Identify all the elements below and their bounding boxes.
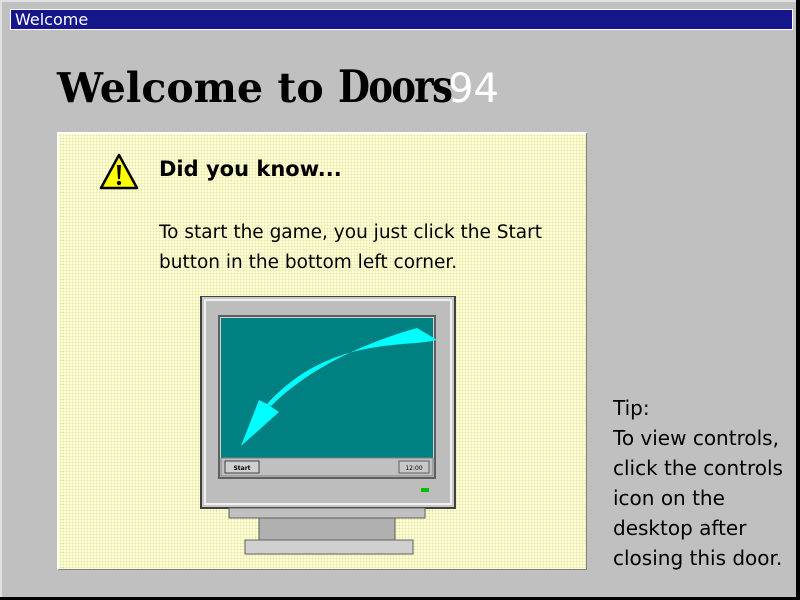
window-title: Welcome (15, 10, 89, 29)
did-you-know-title: Did you know... (159, 157, 342, 181)
monitor-illustration: Start 12:00 (200, 296, 456, 555)
heading-version-text: 94 (448, 66, 499, 112)
side-tip-label: Tip: (613, 396, 650, 420)
heading-doors-text: Doors (337, 60, 453, 113)
illustration-clock: 12:00 (398, 460, 430, 474)
side-tip-text: To view controls, click the controls ico… (613, 426, 783, 570)
welcome-window: Welcome Welcome to Doors94 Did you know.… (0, 0, 796, 597)
did-you-know-panel: Did you know... To start the game, you j… (57, 132, 587, 570)
welcome-heading: Welcome to Doors94 (57, 60, 499, 120)
heading-welcome-text: Welcome to (57, 64, 338, 112)
title-bar[interactable]: Welcome (10, 9, 793, 30)
svg-text:Start: Start (233, 465, 250, 472)
illustration-start-button: Start (224, 460, 260, 474)
svg-text:12:00: 12:00 (405, 465, 422, 472)
did-you-know-body: To start the game, you just click the St… (159, 222, 542, 273)
side-tip: Tip: To view controls, click the control… (613, 393, 798, 573)
warning-icon (99, 153, 139, 190)
